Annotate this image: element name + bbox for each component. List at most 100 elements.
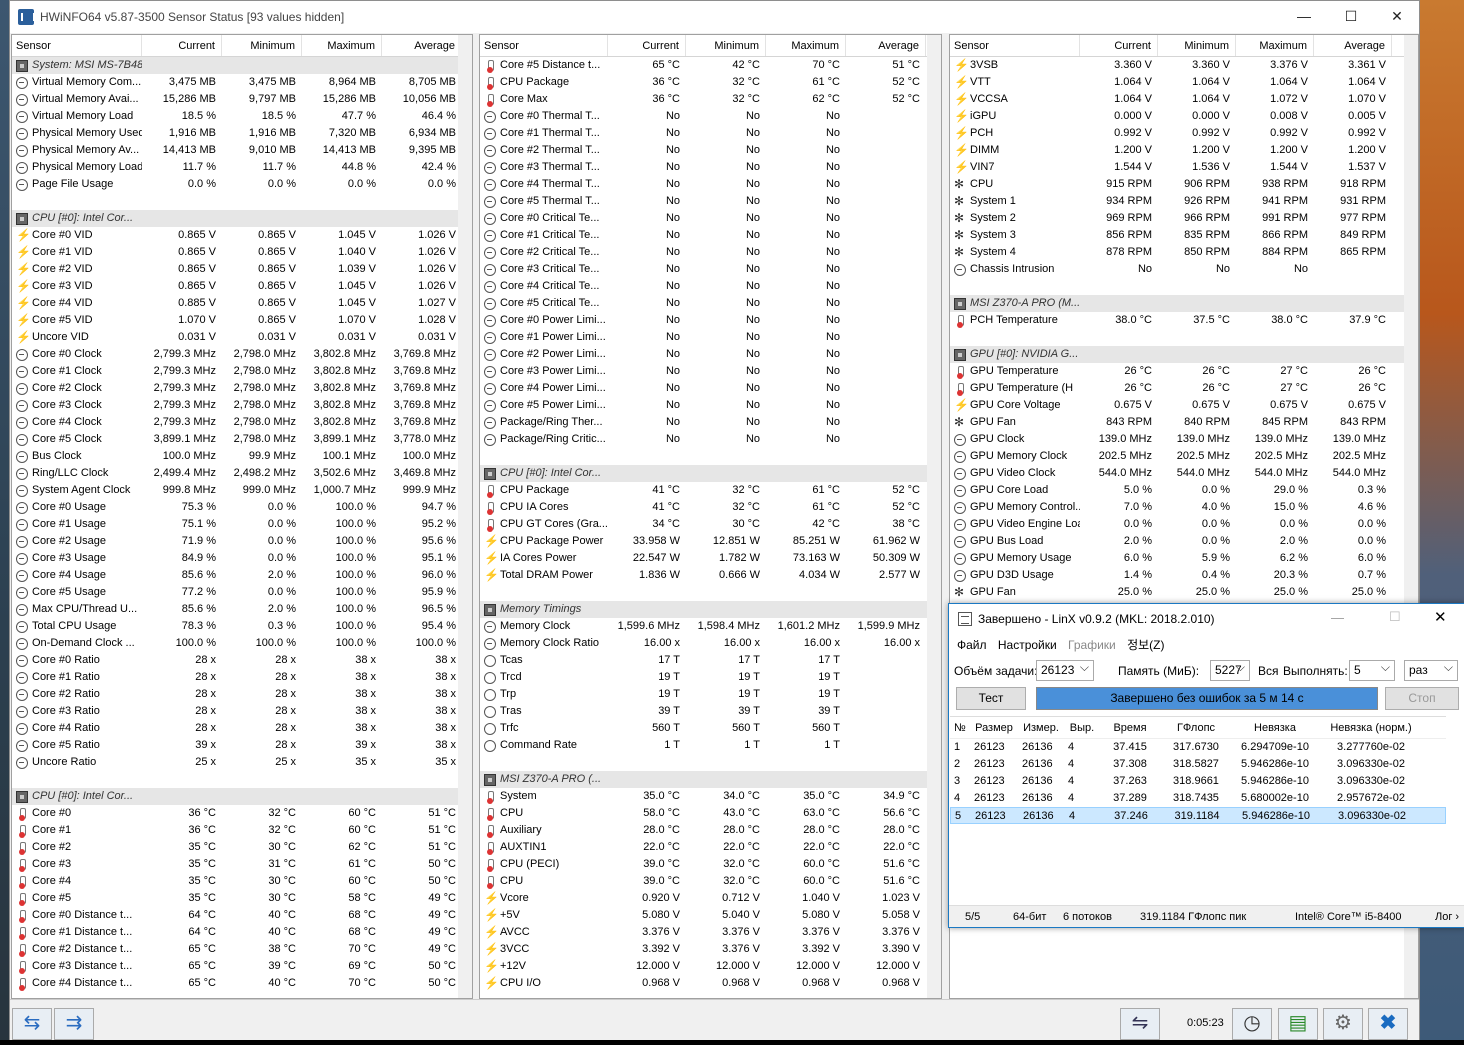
sensor-group-row[interactable]: MSI Z370-A PRO (... bbox=[480, 771, 941, 788]
sensor-row[interactable]: Virtual Memory Com... 3,475 MB 3,475 MB 8,9… bbox=[12, 74, 472, 91]
sensor-row[interactable]: CPU Package 41 °C 32 °C 61 °C 52 °C bbox=[480, 482, 941, 499]
sensor-row[interactable]: Core #5 Clock 3,899.1 MHz 2,798.0 MHz 3,899… bbox=[12, 431, 472, 448]
runs-combo[interactable]: 5 bbox=[1349, 658, 1395, 681]
column-header-average[interactable]: Average bbox=[1314, 35, 1392, 56]
sensor-row[interactable]: iGPU 0.000 V 0.000 V 0.008 V 0.005 V bbox=[950, 108, 1418, 125]
problem-size-combo[interactable]: 26123 bbox=[1036, 658, 1094, 681]
sensor-row[interactable]: Uncore Ratio 25 x 25 x 35 x 35 x bbox=[12, 754, 472, 771]
sensor-row[interactable]: Core #1 36 °C 32 °C 60 °C 51 °C bbox=[12, 822, 472, 839]
sensor-row[interactable]: Physical Memory Av... 14,413 MB 9,010 MB 14… bbox=[12, 142, 472, 159]
sensor-row[interactable]: Core #5 Distance t... 65 °C 42 °C 70 °C 51 °… bbox=[480, 57, 941, 74]
sensor-row[interactable]: GPU Core Load 5.0 % 0.0 % 29.0 % 0.3 % bbox=[950, 482, 1418, 499]
sensor-row[interactable]: Uncore VID 0.031 V 0.031 V 0.031 V 0.031 V bbox=[12, 329, 472, 346]
column-header-minimum[interactable]: Minimum bbox=[686, 35, 766, 56]
results-column-header[interactable]: Невязка bbox=[1232, 717, 1318, 738]
sensor-row[interactable]: Core #2 Clock 2,799.3 MHz 2,798.0 MHz 3,802… bbox=[12, 380, 472, 397]
sensor-row[interactable]: Core #3 Clock 2,799.3 MHz 2,798.0 MHz 3,802… bbox=[12, 397, 472, 414]
sensor-row[interactable]: Core #0 Ratio 28 x 28 x 38 x 38 x bbox=[12, 652, 472, 669]
sensor-row[interactable]: Core #2 VID 0.865 V 0.865 V 1.039 V 1.026 V bbox=[12, 261, 472, 278]
column-header-current[interactable]: Current bbox=[1080, 35, 1158, 56]
sensor-row[interactable]: 3VCC 3.392 V 3.376 V 3.392 V 3.390 V bbox=[480, 941, 941, 958]
sensor-row[interactable]: On-Demand Clock ... 100.0 % 100.0 % 100.0 %… bbox=[12, 635, 472, 652]
sensor-group-row[interactable]: MSI Z370-A PRO (M... bbox=[950, 295, 1418, 312]
sensor-row[interactable]: Core #4 35 °C 30 °C 60 °C 50 °C bbox=[12, 873, 472, 890]
sensor-row[interactable]: Core #2 Critical Te... No No No bbox=[480, 244, 941, 261]
sensor-row[interactable]: Core #4 VID 0.885 V 0.865 V 1.045 V 1.027 V bbox=[12, 295, 472, 312]
close-button[interactable]: ✕ bbox=[1374, 1, 1420, 32]
linx-close-button[interactable]: ✕ bbox=[1434, 608, 1447, 626]
column-header-maximum[interactable]: Maximum bbox=[302, 35, 382, 56]
title-bar[interactable]: HWiNFO64 v5.87-3500 Sensor Status [93 va… bbox=[10, 1, 1419, 33]
sensor-group-row[interactable]: CPU [#0]: Intel Cor... bbox=[12, 210, 472, 227]
sensor-row[interactable]: Vcore 0.920 V 0.712 V 1.040 V 1.023 V bbox=[480, 890, 941, 907]
sensor-row[interactable]: Ring/LLC Clock 2,499.4 MHz 2,498.2 MHz 3,50… bbox=[12, 465, 472, 482]
sensor-row[interactable]: Physical Memory Used 1,916 MB 1,916 MB 7,32… bbox=[12, 125, 472, 142]
sensor-row[interactable]: Core #2 Distance t... 65 °C 38 °C 70 °C 49 °… bbox=[12, 941, 472, 958]
sensor-row[interactable]: VCCSA 1.064 V 1.064 V 1.072 V 1.070 V bbox=[950, 91, 1418, 108]
sensor-row[interactable]: Core #3 Power Limi... No No No bbox=[480, 363, 941, 380]
sensor-row[interactable]: Physical Memory Load 11.7 % 11.7 % 44.8 % 42… bbox=[12, 159, 472, 176]
column-header-current[interactable]: Current bbox=[608, 35, 686, 56]
sensor-row[interactable]: System 1 934 RPM 926 RPM 941 RPM 931 RPM bbox=[950, 193, 1418, 210]
sensor-pane-1[interactable]: Sensor Current Minimum Maximum Average System… bbox=[11, 34, 473, 999]
results-column-header[interactable]: ГФлопс bbox=[1160, 717, 1232, 738]
sensor-row[interactable]: GPU Clock 139.0 MHz 139.0 MHz 139.0 MHz 139.… bbox=[950, 431, 1418, 448]
menu-info[interactable]: 정보(Z) bbox=[1127, 634, 1164, 656]
test-button[interactable]: Тест bbox=[956, 687, 1026, 710]
sensor-row[interactable]: PCH 0.992 V 0.992 V 0.992 V 0.992 V bbox=[950, 125, 1418, 142]
runs-unit-combo[interactable]: раз bbox=[1404, 658, 1458, 681]
close-x-icon[interactable]: ✖ bbox=[1368, 1008, 1408, 1040]
sensor-row[interactable]: GPU Video Engine Load 0.0 % 0.0 % 0.0 % 0.0 … bbox=[950, 516, 1418, 533]
sensor-row[interactable]: CPU Package Power 33.958 W 12.851 W 85.251 … bbox=[480, 533, 941, 550]
sensor-row[interactable]: CPU IA Cores 41 °C 32 °C 61 °C 52 °C bbox=[480, 499, 941, 516]
status-field[interactable]: Лог › bbox=[1435, 906, 1459, 928]
sensor-row[interactable]: System 4 878 RPM 850 RPM 884 RPM 865 RPM bbox=[950, 244, 1418, 261]
sensor-row[interactable]: Core #5 35 °C 30 °C 58 °C 49 °C bbox=[12, 890, 472, 907]
sensor-row[interactable]: GPU Memory Control... 7.0 % 4.0 % 15.0 % 4.6… bbox=[950, 499, 1418, 516]
sensor-row[interactable]: Core #5 Critical Te... No No No bbox=[480, 295, 941, 312]
sensor-row[interactable]: System 2 969 RPM 966 RPM 991 RPM 977 RPM bbox=[950, 210, 1418, 227]
sensor-row[interactable]: Command Rate 1 T 1 T 1 T bbox=[480, 737, 941, 754]
column-header-minimum[interactable]: Minimum bbox=[1158, 35, 1236, 56]
results-row[interactable]: 5 26123 26136 4 37.246 319.1184 5.946286e-10 3.… bbox=[950, 807, 1446, 824]
column-header-maximum[interactable]: Maximum bbox=[1236, 35, 1314, 56]
results-column-header[interactable]: Измер. bbox=[1018, 717, 1064, 738]
sensor-row[interactable]: Core #2 Ratio 28 x 28 x 38 x 38 x bbox=[12, 686, 472, 703]
sensor-row[interactable]: Core Max 36 °C 32 °C 62 °C 52 °C bbox=[480, 91, 941, 108]
sensor-row[interactable]: Memory Clock 1,599.6 MHz 1,598.4 MHz 1,601.… bbox=[480, 618, 941, 635]
sensor-row[interactable]: CPU 58.0 °C 43.0 °C 63.0 °C 56.6 °C bbox=[480, 805, 941, 822]
sensor-row[interactable]: GPU Temperature 26 °C 26 °C 27 °C 26 °C bbox=[950, 363, 1418, 380]
sensor-group-row[interactable]: GPU [#0]: NVIDIA G... bbox=[950, 346, 1418, 363]
sensor-row[interactable]: Core #0 Power Limi... No No No bbox=[480, 312, 941, 329]
column-header-sensor[interactable]: Sensor bbox=[12, 35, 142, 56]
sensor-row[interactable]: Core #1 VID 0.865 V 0.865 V 1.040 V 1.026 V bbox=[12, 244, 472, 261]
sensor-row[interactable]: Core #4 Power Limi... No No No bbox=[480, 380, 941, 397]
sensor-row[interactable]: Core #2 Usage 71.9 % 0.0 % 100.0 % 95.6 % bbox=[12, 533, 472, 550]
vertical-scrollbar[interactable] bbox=[458, 35, 472, 998]
sensor-group-row[interactable]: CPU [#0]: Intel Cor... bbox=[480, 465, 941, 482]
sensor-row[interactable]: Core #3 VID 0.865 V 0.865 V 1.045 V 1.026 V bbox=[12, 278, 472, 295]
sensor-row[interactable]: GPU Core Voltage 0.675 V 0.675 V 0.675 V 0.6… bbox=[950, 397, 1418, 414]
stop-button[interactable]: Стоп bbox=[1385, 687, 1459, 710]
sensor-row[interactable]: Core #0 Thermal T... No No No bbox=[480, 108, 941, 125]
sensor-row[interactable]: Tcas 17 T 17 T 17 T bbox=[480, 652, 941, 669]
sensor-row[interactable]: Core #1 Power Limi... No No No bbox=[480, 329, 941, 346]
sensor-row[interactable]: Core #1 Usage 75.1 % 0.0 % 100.0 % 95.2 % bbox=[12, 516, 472, 533]
sensor-row[interactable]: Core #0 Usage 75.3 % 0.0 % 100.0 % 94.7 % bbox=[12, 499, 472, 516]
sensor-row[interactable]: Bus Clock 100.0 MHz 99.9 MHz 100.1 MHz 100.0… bbox=[12, 448, 472, 465]
sensor-row[interactable]: GPU Bus Load 2.0 % 0.0 % 2.0 % 0.0 % bbox=[950, 533, 1418, 550]
sensor-row[interactable]: Trcd 19 T 19 T 19 T bbox=[480, 669, 941, 686]
results-row[interactable]: 1 26123 26136 4 37.415 317.6730 6.294709e-10 3.… bbox=[950, 739, 1446, 756]
sensor-row[interactable]: +12V 12.000 V 12.000 V 12.000 V 12.000 V bbox=[480, 958, 941, 975]
sensor-group-row[interactable]: CPU [#0]: Intel Cor... bbox=[12, 788, 472, 805]
sensor-row[interactable]: Core #3 Ratio 28 x 28 x 38 x 38 x bbox=[12, 703, 472, 720]
sensor-row[interactable]: CPU 915 RPM 906 RPM 938 RPM 918 RPM bbox=[950, 176, 1418, 193]
sensor-row[interactable]: System 35.0 °C 34.0 °C 35.0 °C 34.9 °C bbox=[480, 788, 941, 805]
sensor-row[interactable]: Core #2 35 °C 30 °C 62 °C 51 °C bbox=[12, 839, 472, 856]
sensor-row[interactable]: GPU Fan 843 RPM 840 RPM 845 RPM 843 RPM bbox=[950, 414, 1418, 431]
sensor-row[interactable]: DIMM 1.200 V 1.200 V 1.200 V 1.200 V bbox=[950, 142, 1418, 159]
sensor-row[interactable]: Max CPU/Thread U... 85.6 % 2.0 % 100.0 % 96.… bbox=[12, 601, 472, 618]
sensor-row[interactable]: GPU Memory Clock 202.5 MHz 202.5 MHz 202.5 … bbox=[950, 448, 1418, 465]
sensor-row[interactable]: Core #4 Ratio 28 x 28 x 38 x 38 x bbox=[12, 720, 472, 737]
sensor-row[interactable]: AVCC 3.376 V 3.376 V 3.376 V 3.376 V bbox=[480, 924, 941, 941]
